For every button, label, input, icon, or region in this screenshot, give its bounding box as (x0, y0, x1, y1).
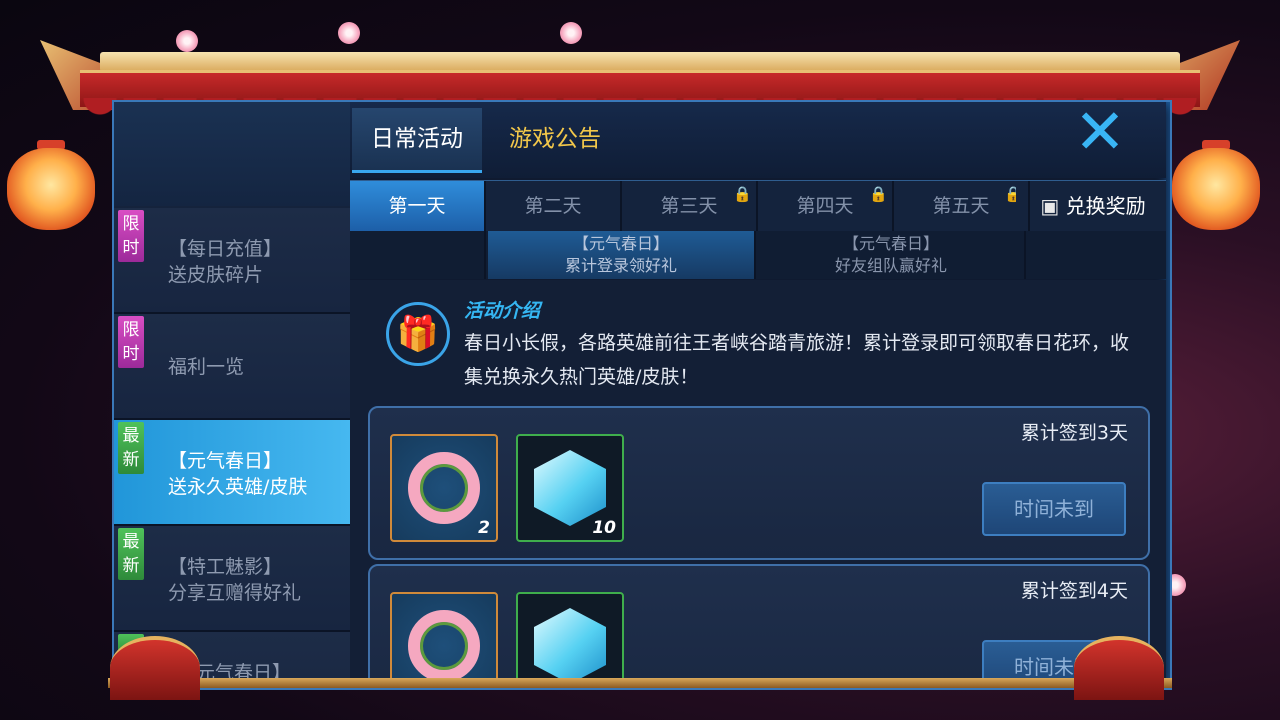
day-tab-bar: 第一天 第二天 第三天 🔒 第四天 🔒 第五天 🔒 ▣ 兑换奖励 (350, 180, 1166, 232)
tab-day-2[interactable]: 第二天 (486, 181, 622, 231)
reward-title: 累计签到3天 (1020, 422, 1128, 444)
close-icon[interactable]: ✕ (1070, 101, 1130, 164)
intro-title: 活动介绍 (464, 300, 541, 322)
sidebar-item-title: 【特工魅影】 (168, 556, 283, 578)
new-tag: 最新 (118, 528, 144, 580)
lantern-right-icon (1172, 148, 1260, 230)
drum-left-decoration (110, 636, 200, 700)
exchange-rewards-button[interactable]: ▣ 兑换奖励 (1020, 181, 1166, 231)
sidebar-item-agent-phantom[interactable]: 最新 【特工魅影】 分享互赠得好礼 (114, 526, 350, 632)
gift-icon: 🎁 (386, 302, 450, 366)
sidebar: 限时 【每日充值】 送皮肤碎片 限时 福利一览 最新 【元气春日】 送永久英雄/… (114, 102, 350, 684)
exchange-rewards-label: 兑换奖励 (1065, 194, 1146, 218)
gift-box-icon: ▣ (1040, 194, 1060, 218)
flower-wreath-icon[interactable]: 2 (390, 434, 498, 542)
sub-tab-title: 【元气春日】 (572, 234, 669, 253)
sidebar-item-daily-recharge[interactable]: 限时 【每日充值】 送皮肤碎片 (114, 208, 350, 314)
claim-button[interactable]: 时间未到 (982, 482, 1126, 536)
reward-card: 2 10 累计签到3天 时间未到 (368, 406, 1150, 560)
tab-day-1[interactable]: 第一天 (350, 181, 486, 231)
sub-tab-spacer (350, 231, 486, 279)
tab-game-announcement[interactable]: 游戏公告 (500, 108, 610, 170)
sub-tab-subtitle: 累计登录领好礼 (564, 256, 677, 275)
lock-icon: 🔒 (733, 185, 752, 203)
panel-bottom-frame (108, 678, 1172, 688)
sidebar-item-subtitle: 分享互赠得好礼 (168, 582, 302, 604)
activity-content: 🎁 活动介绍 春日小长假，各路英雄前往王者峡谷踏青旅游！累计登录即可领取春日花环… (350, 280, 1166, 684)
limited-tag: 限时 (118, 210, 144, 262)
drum-right-decoration (1074, 636, 1164, 700)
sub-tab-bar: 【元气春日】 累计登录领好礼 【元气春日】 好友组队赢好礼 (350, 231, 1166, 279)
reward-card: 2 10 累计签到4天 时间未到 (368, 564, 1150, 684)
lock-icon: 🔒 (1004, 185, 1016, 203)
sidebar-item-title: 【每日充值】 (168, 238, 283, 260)
sidebar-item-title: 【元气春日】 (168, 450, 283, 472)
sidebar-item-subtitle: 送皮肤碎片 (168, 264, 264, 286)
sidebar-item-subtitle: 送永久英雄/皮肤 (168, 476, 308, 498)
item-count: 10 (592, 518, 616, 538)
intro-text: 春日小长假，各路英雄前往王者峡谷踏青旅游！累计登录即可领取春日花环，收集兑换永久… (464, 332, 1130, 388)
sub-tab-login-rewards[interactable]: 【元气春日】 累计登录领好礼 (488, 231, 756, 279)
limited-tag: 限时 (118, 316, 144, 368)
sub-tab-team-rewards[interactable]: 【元气春日】 好友组队赢好礼 (758, 231, 1026, 279)
blue-crystal-icon[interactable]: 10 (516, 434, 624, 542)
blue-crystal-icon[interactable]: 10 (516, 592, 624, 684)
sidebar-header (114, 102, 350, 206)
sidebar-item-title: 福利一览 (168, 356, 245, 378)
tab-daily-activity[interactable]: 日常活动 (352, 108, 482, 173)
sub-tab-subtitle: 好友组队赢好礼 (834, 256, 947, 275)
lantern-left-icon (7, 148, 95, 230)
flower-wreath-icon[interactable]: 2 (390, 592, 498, 684)
lock-icon: 🔒 (869, 185, 888, 203)
sidebar-item-spring-day[interactable]: 最新 【元气春日】 送永久英雄/皮肤 (114, 420, 350, 526)
sub-tab-title: 【元气春日】 (842, 234, 939, 253)
main-tab-bar: 日常活动 游戏公告 (350, 102, 1166, 178)
item-count: 2 (478, 518, 490, 538)
reward-title: 累计签到4天 (1020, 580, 1128, 602)
sidebar-item-welfare[interactable]: 限时 福利一览 (114, 314, 350, 420)
new-tag: 最新 (118, 422, 144, 474)
